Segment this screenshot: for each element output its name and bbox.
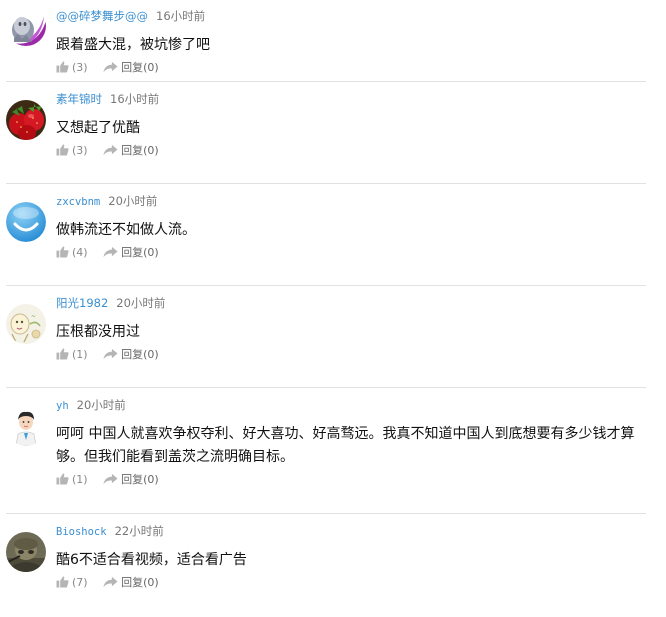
reply-button[interactable]: 回复(0) [103,575,159,591]
blue-smiley-avatar[interactable] [6,202,46,242]
comment-list: @@碎梦舞步@@ 16小时前 跟着盛大混，被坑惨了吧 (3) 回复(0) 素年锦… [0,0,666,614]
comment-actions: (3) 回复(0) [56,143,642,159]
reply-count: (0) [143,576,159,589]
comment-item: ~ 阳光1982 20小时前 压根都没用过 (1) 回复(0) [6,286,646,388]
reply-label: 回复 [121,348,144,361]
comment-text: 做韩流还不如做人流。 [56,222,196,238]
reply-count: (0) [143,144,159,157]
reply-arrow-icon [103,246,118,258]
like-button[interactable]: (3) [56,60,88,76]
username-link[interactable]: @@碎梦舞步@@ [56,9,148,23]
reply-label: 回复 [121,473,144,486]
reply-count: (0) [143,473,159,486]
comment-actions: (1) 回复(0) [56,347,642,363]
timestamp: 16小时前 [156,9,206,23]
reply-button[interactable]: 回复(0) [103,245,159,261]
comment-item: yh 20小时前 呵呵 中国人就喜欢争权夺利、好大喜功、好高骛远。我真不知道中国人… [6,388,646,514]
comment-text: 压根都没用过 [56,324,140,340]
reply-button[interactable]: 回复(0) [103,60,159,76]
soldier-avatar[interactable] [6,532,46,572]
reply-label: 回复 [121,246,144,259]
like-count: (1) [72,473,88,486]
username-link[interactable]: 阳光1982 [56,296,108,310]
timestamp: 20小时前 [108,194,158,208]
timestamp: 20小时前 [116,296,166,310]
reply-label: 回复 [121,61,144,74]
timestamp: 22小时前 [114,524,164,538]
reply-arrow-icon [103,576,118,588]
ghost-on-purple-avatar[interactable] [6,6,46,46]
reply-count: (0) [143,348,159,361]
like-count: (4) [72,246,88,259]
comment-item: @@碎梦舞步@@ 16小时前 跟着盛大混，被坑惨了吧 (3) 回复(0) [6,0,646,82]
username-link[interactable]: Bioshock [56,526,107,538]
reply-count: (0) [143,246,159,259]
thumbs-up-icon [56,144,69,156]
reply-arrow-icon [103,144,118,156]
comment-text: 又想起了优酷 [56,120,140,136]
thumbs-up-icon [56,348,69,360]
timestamp: 16小时前 [110,92,160,106]
timestamp: 20小时前 [76,398,126,412]
like-count: (3) [72,144,88,157]
svg-text:~: ~ [31,313,36,320]
like-button[interactable]: (7) [56,575,88,591]
reply-button[interactable]: 回复(0) [103,143,159,159]
comment-text: 酷6不适合看视频，适合看广告 [56,552,247,568]
reply-arrow-icon [103,348,118,360]
reply-label: 回复 [121,576,144,589]
like-button[interactable]: (3) [56,143,88,159]
comment-actions: (4) 回复(0) [56,245,642,261]
comment-actions: (3) 回复(0) [56,60,642,76]
like-button[interactable]: (1) [56,347,88,363]
comment-item: 素年锦时 16小时前 又想起了优酷 (3) 回复(0) [6,82,646,184]
cartoon-doodle-avatar[interactable]: ~ [6,304,46,344]
username-link[interactable]: yh [56,400,69,412]
username-link[interactable]: zxcvbnm [56,196,100,208]
comment-text: 呵呵 中国人就喜欢争权夺利、好大喜功、好高骛远。我真不知道中国人到底想要有多少钱… [56,426,635,465]
comment-item: zxcvbnm 20小时前 做韩流还不如做人流。 (4) 回复(0) [6,184,646,286]
comment-item: Bioshock 22小时前 酷6不适合看视频，适合看广告 (7) 回复(0) [6,514,646,614]
comment-actions: (1) 回复(0) [56,472,642,488]
comment-text: 跟着盛大混，被坑惨了吧 [56,37,210,53]
thumbs-up-icon [56,473,69,485]
like-button[interactable]: (1) [56,472,88,488]
reply-count: (0) [143,61,159,74]
like-count: (7) [72,576,88,589]
comment-actions: (7) 回复(0) [56,575,642,591]
like-button[interactable]: (4) [56,245,88,261]
thumbs-up-icon [56,61,69,73]
cartoon-person-avatar[interactable] [6,406,46,446]
reply-button[interactable]: 回复(0) [103,472,159,488]
like-count: (1) [72,348,88,361]
like-count: (3) [72,61,88,74]
reply-arrow-icon [103,473,118,485]
strawberries-avatar[interactable] [6,100,46,140]
reply-arrow-icon [103,61,118,73]
thumbs-up-icon [56,576,69,588]
username-link[interactable]: 素年锦时 [56,92,102,106]
reply-label: 回复 [121,144,144,157]
reply-button[interactable]: 回复(0) [103,347,159,363]
thumbs-up-icon [56,246,69,258]
